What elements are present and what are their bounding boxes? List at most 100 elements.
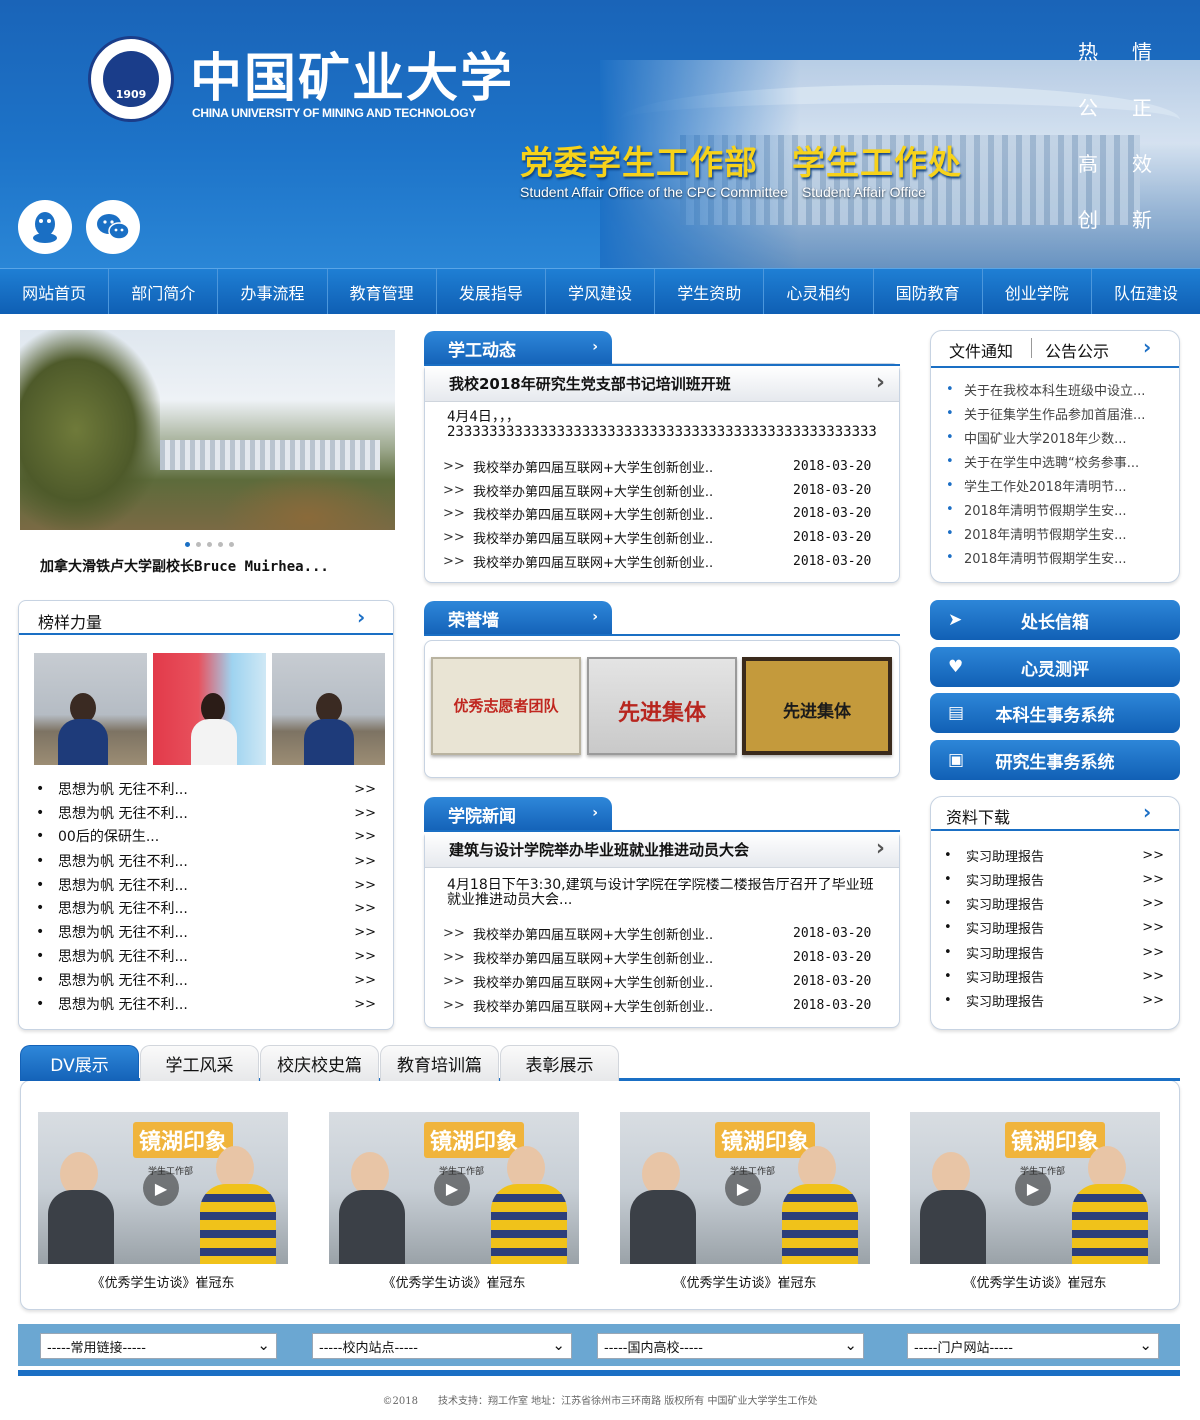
main-nav: 网站首页 部门简介 办事流程 教育管理 发展指导 学风建设 学生资助 心灵相约 … — [0, 268, 1200, 314]
role-model-photo[interactable] — [34, 653, 147, 765]
tab-award[interactable]: 表彰展示 — [500, 1045, 619, 1081]
graduate-system-button[interactable]: ▣ 研究生事务系统 — [930, 740, 1180, 780]
video-title[interactable]: 《优秀学生访谈》崔冠东 — [38, 1272, 288, 1291]
xuegong-headline[interactable]: 我校2018年研究生党支部书记培训班开班 › — [425, 366, 899, 402]
tab-xuegong[interactable]: 学工动态 › — [424, 331, 612, 365]
role-model-item[interactable]: • 思想为帆 无往不利... >> — [36, 944, 376, 968]
honor-plaque[interactable]: 先进集体 — [742, 657, 892, 755]
role-model-item[interactable]: • 思想为帆 无往不利... >> — [36, 801, 376, 825]
tab-style[interactable]: 学工风采 — [140, 1045, 259, 1081]
video-thumbnail[interactable]: 镜湖印象 学生工作部 ▶ — [329, 1112, 579, 1264]
video-thumbnail[interactable]: 镜湖印象 学生工作部 ▶ — [620, 1112, 870, 1264]
role-model-item[interactable]: • 思想为帆 无往不利... >> — [36, 920, 376, 944]
role-model-item[interactable]: • 00后的保研生... >> — [36, 824, 376, 848]
common-links-select[interactable]: -----常用链接----- ⌄ — [40, 1333, 277, 1359]
item-title: 实习助理报告 — [966, 994, 1045, 1010]
news-item[interactable]: >> 我校举办第四届互联网+大学生创新创业.. 2018-03-20 — [443, 922, 871, 944]
honor-plaque[interactable]: 先进集体 — [587, 657, 737, 755]
nav-mental[interactable]: 心灵相约 — [764, 269, 874, 314]
nav-home[interactable]: 网站首页 — [0, 269, 110, 314]
nav-process[interactable]: 办事流程 — [218, 269, 328, 314]
notice-item[interactable]: • 2018年清明节假期学生安... — [946, 497, 1126, 521]
notice-item[interactable]: • 关于在我校本科生班级中设立... — [946, 377, 1145, 401]
wechat-icon[interactable] — [86, 200, 140, 254]
news-item[interactable]: >> 我校举办第四届互联网+大学生创新创业.. 2018-03-20 — [443, 550, 871, 572]
slider-caption[interactable]: 加拿大滑铁卢大学副校长Bruce Muirhea... — [40, 556, 329, 576]
video-banner: 镜湖印象 — [715, 1122, 816, 1158]
video-title[interactable]: 《优秀学生访谈》崔冠东 — [329, 1272, 579, 1291]
undergrad-system-button[interactable]: ▤ 本科生事务系统 — [930, 693, 1180, 733]
nav-about[interactable]: 部门简介 — [109, 269, 219, 314]
download-item[interactable]: • 实习助理报告 >> — [944, 988, 1164, 1012]
notice-item[interactable]: • 2018年清明节假期学生安... — [946, 521, 1126, 545]
role-model-photo[interactable] — [153, 653, 266, 765]
video-title[interactable]: 《优秀学生访谈》崔冠东 — [910, 1272, 1160, 1291]
role-model-item[interactable]: • 思想为帆 无往不利... >> — [36, 992, 376, 1016]
tab-file-notice[interactable]: 文件通知 — [949, 338, 1013, 362]
motto-char: 高 — [1078, 152, 1098, 176]
news-item[interactable]: >> 我校举办第四届互联网+大学生创新创业.. 2018-03-20 — [443, 479, 871, 501]
tab-anniversary[interactable]: 校庆校史篇 — [260, 1045, 379, 1081]
nav-aid[interactable]: 学生资助 — [655, 269, 765, 314]
download-item[interactable]: • 实习助理报告 >> — [944, 940, 1164, 964]
news-item[interactable]: >> 我校举办第四届互联网+大学生创新创业.. 2018-03-20 — [443, 946, 871, 968]
role-model-item[interactable]: • 思想为帆 无往不利... >> — [36, 896, 376, 920]
role-model-item[interactable]: • 思想为帆 无往不利... >> — [36, 873, 376, 897]
notice-item[interactable]: • 2018年清明节假期学生安... — [946, 545, 1126, 569]
download-item[interactable]: • 实习助理报告 >> — [944, 964, 1164, 988]
nav-development[interactable]: 发展指导 — [437, 269, 546, 314]
notice-item[interactable]: • 关于在学生中选聘“校务参事... — [946, 449, 1139, 473]
play-icon[interactable]: ▶ — [1015, 1170, 1051, 1206]
campus-sites-select[interactable]: -----校内站点----- ⌄ — [312, 1333, 572, 1359]
notice-item[interactable]: • 中国矿业大学2018年少数... — [946, 425, 1126, 449]
university-name-cn[interactable]: 中国矿业大学 — [190, 36, 514, 111]
university-seal-logo[interactable]: 1909 — [88, 36, 174, 122]
download-item[interactable]: • 实习助理报告 >> — [944, 867, 1164, 891]
domestic-universities-select[interactable]: -----国内高校----- ⌄ — [597, 1333, 864, 1359]
chevron-right-icon[interactable]: › — [1143, 335, 1151, 359]
download-item[interactable]: • 实习助理报告 >> — [944, 915, 1164, 939]
news-item[interactable]: >> 我校举办第四届互联网+大学生创新创业.. 2018-03-20 — [443, 502, 871, 524]
play-icon[interactable]: ▶ — [143, 1170, 179, 1206]
notice-item[interactable]: • 学生工作处2018年清明节... — [946, 473, 1126, 497]
download-item[interactable]: • 实习助理报告 >> — [944, 843, 1164, 867]
play-icon[interactable]: ▶ — [434, 1170, 470, 1206]
video-thumbnail[interactable]: 镜湖印象 学生工作部 ▶ — [910, 1112, 1160, 1264]
tab-training[interactable]: 教育培训篇 — [380, 1045, 499, 1081]
role-model-item[interactable]: • 思想为帆 无往不利... >> — [36, 968, 376, 992]
nav-study-style[interactable]: 学风建设 — [546, 269, 656, 314]
select-value: -----国内高校----- — [604, 1340, 703, 1356]
video-banner: 镜湖印象 — [1005, 1122, 1106, 1158]
role-model-item[interactable]: • 思想为帆 无往不利... >> — [36, 849, 376, 873]
news-slider-image[interactable] — [20, 330, 395, 530]
role-model-photo[interactable] — [272, 653, 385, 765]
role-model-item[interactable]: • 思想为帆 无往不利... >> — [36, 777, 376, 801]
video-title[interactable]: 《优秀学生访谈》崔冠东 — [620, 1272, 870, 1291]
chevron-right-icon[interactable]: › — [1143, 800, 1151, 824]
honor-plaque[interactable]: 优秀志愿者团队 — [431, 657, 581, 755]
tab-college-news[interactable]: 学院新闻 › — [424, 797, 612, 831]
news-item[interactable]: >> 我校举办第四届互联网+大学生创新创业.. 2018-03-20 — [443, 455, 871, 477]
item-title: 思想为帆 无往不利... — [58, 782, 188, 798]
news-item[interactable]: >> 我校举办第四届互联网+大学生创新创业.. 2018-03-20 — [443, 970, 871, 992]
video-thumbnail[interactable]: 镜湖印象 学生工作部 ▶ — [38, 1112, 288, 1264]
qq-icon[interactable] — [18, 200, 72, 254]
news-item[interactable]: >> 我校举办第四届互联网+大学生创新创业.. 2018-03-20 — [443, 994, 871, 1016]
notice-item[interactable]: • 关于征集学生作品参加首届淮... — [946, 401, 1145, 425]
tab-honor[interactable]: 荣誉墙 › — [424, 601, 612, 635]
slider-dots[interactable] — [185, 542, 234, 547]
download-item[interactable]: • 实习助理报告 >> — [944, 891, 1164, 915]
portal-sites-select[interactable]: -----门户网站----- ⌄ — [907, 1333, 1159, 1359]
news-item[interactable]: >> 我校举办第四届互联网+大学生创新创业.. 2018-03-20 — [443, 526, 871, 548]
nav-startup[interactable]: 创业学院 — [983, 269, 1092, 314]
play-icon[interactable]: ▶ — [725, 1170, 761, 1206]
director-mailbox-button[interactable]: ➤ 处长信箱 — [930, 600, 1180, 640]
mental-assessment-button[interactable]: ♥ 心灵测评 — [930, 647, 1180, 687]
nav-team[interactable]: 队伍建设 — [1092, 269, 1200, 314]
chevron-right-icon[interactable]: › — [357, 605, 365, 629]
nav-defense[interactable]: 国防教育 — [874, 269, 983, 314]
college-headline[interactable]: 建筑与设计学院举办毕业班就业推进动员大会 › — [425, 832, 899, 868]
tab-dv[interactable]: DV展示 — [20, 1045, 139, 1081]
nav-education[interactable]: 教育管理 — [328, 269, 437, 314]
tab-announcement[interactable]: 公告公示 — [1045, 338, 1109, 362]
